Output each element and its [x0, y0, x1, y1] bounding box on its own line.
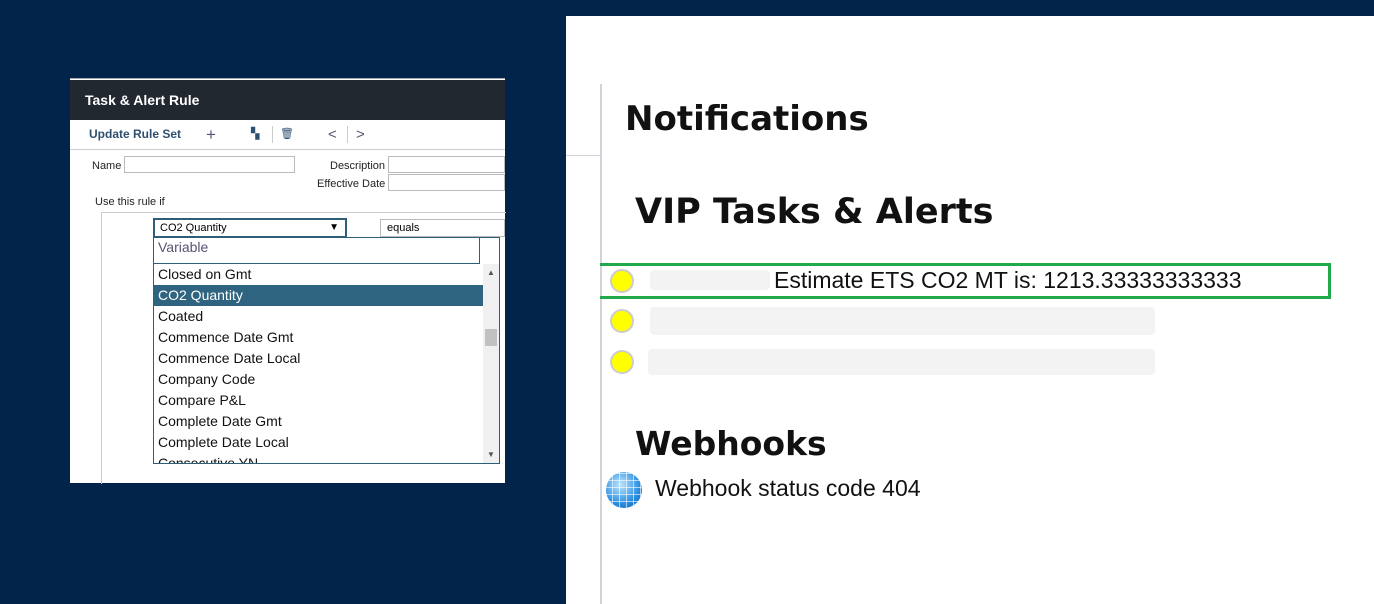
notifications-title: Notifications — [625, 99, 869, 139]
description-label: Description — [330, 160, 386, 172]
copy-icon[interactable]: ▚ — [251, 120, 259, 149]
status-dot-icon — [610, 309, 634, 333]
effective-date-label: Effective Date — [317, 178, 386, 190]
toolbar: Update Rule Set + ▚ 🗑 < > — [70, 120, 505, 150]
status-dot-icon — [610, 350, 634, 374]
status-dot-icon — [610, 269, 634, 293]
name-input[interactable] — [124, 156, 295, 173]
trash-icon[interactable]: 🗑 — [280, 120, 294, 149]
dropdown-arrow-icon[interactable]: ▼ — [329, 220, 339, 236]
scroll-up-icon[interactable]: ▲ — [487, 268, 495, 277]
scrollbar-thumb[interactable] — [485, 329, 497, 346]
operator-select[interactable]: equals — [380, 219, 505, 237]
dropdown-option[interactable]: Commence Date Gmt — [154, 327, 483, 348]
scrollbar[interactable]: ▲ ▼ — [483, 264, 499, 463]
globe-icon — [606, 472, 642, 508]
plus-icon[interactable]: + — [206, 120, 216, 149]
dropdown-option[interactable]: Coated — [154, 306, 483, 327]
notifications-panel: Notifications VIP Tasks & Alerts Estimat… — [566, 16, 1374, 604]
rule-label: Use this rule if — [95, 196, 165, 208]
dropdown-option[interactable]: Compare P&L — [154, 390, 483, 411]
name-label: Name — [92, 160, 122, 172]
dialog-title: Task & Alert Rule — [70, 80, 505, 120]
webhooks-title: Webhooks — [635, 424, 827, 463]
alert-item[interactable] — [650, 307, 1155, 335]
dropdown-option[interactable]: Commence Date Local — [154, 348, 483, 369]
chevron-left-icon[interactable]: < — [328, 120, 337, 149]
scroll-down-icon[interactable]: ▼ — [487, 450, 495, 459]
effective-date-input[interactable] — [388, 174, 505, 191]
variable-select[interactable]: CO2 Quantity ▼ — [153, 218, 347, 238]
dropdown-option[interactable]: Company Code — [154, 369, 483, 390]
dropdown-option[interactable]: Consecutive YN — [154, 453, 483, 463]
variable-search-input[interactable]: Variable — [154, 238, 480, 264]
update-rule-set-button[interactable]: Update Rule Set — [89, 120, 181, 149]
alert-item[interactable] — [648, 349, 1155, 375]
webhook-status: Webhook status code 404 — [655, 475, 921, 501]
vip-title: VIP Tasks & Alerts — [635, 192, 994, 232]
dropdown-option[interactable]: CO2 Quantity — [154, 285, 483, 306]
dropdown-option[interactable]: Complete Date Gmt — [154, 411, 483, 432]
variable-select-value: CO2 Quantity — [160, 222, 227, 234]
chevron-right-icon[interactable]: > — [356, 120, 365, 149]
description-input[interactable] — [388, 156, 505, 173]
task-alert-rule-dialog: Task & Alert Rule Update Rule Set + ▚ 🗑 … — [70, 78, 506, 484]
dropdown-option[interactable]: Closed on Gmt — [154, 264, 483, 285]
variable-dropdown-list: Variable Closed on Gmt CO2 Quantity Coated… — [153, 237, 500, 464]
alert-item[interactable]: Estimate ETS CO2 MT is: 1213.33333333333 — [774, 267, 1242, 294]
dropdown-option[interactable]: Complete Date Local — [154, 432, 483, 453]
